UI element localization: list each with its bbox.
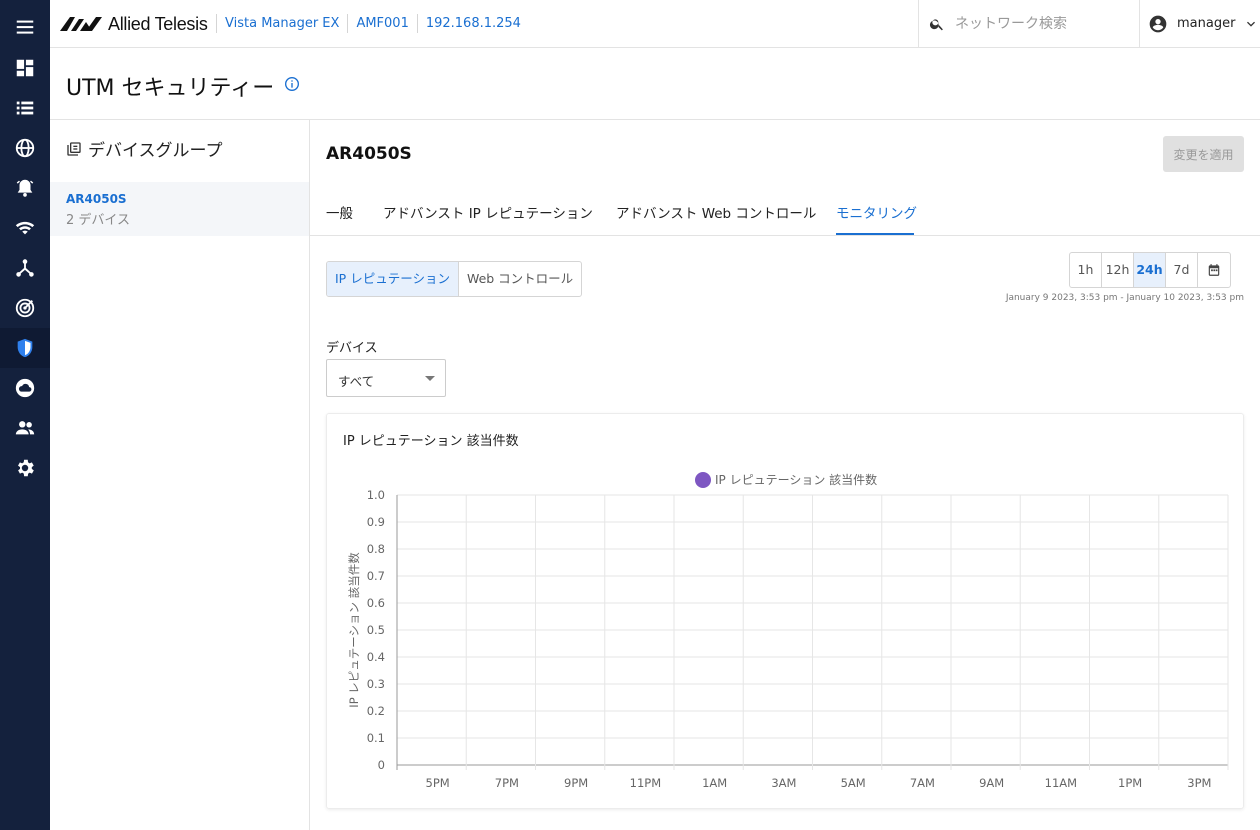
dropdown-caret-icon <box>425 376 435 381</box>
tab-web-control[interactable]: アドバンスト Web コントロール <box>616 202 816 222</box>
gear-icon[interactable] <box>0 448 50 488</box>
breadcrumb-product[interactable]: Vista Manager EX <box>216 14 347 33</box>
x-tick-label: 9PM <box>564 776 588 790</box>
y-tick-label: 0.1 <box>367 731 385 745</box>
device-group-count: 2 デバイス <box>66 213 131 228</box>
x-tick-label: 5PM <box>426 776 450 790</box>
x-tick-label: 11AM <box>1045 776 1077 790</box>
legend-label: IP レピュテーション 該当件数 <box>715 472 877 487</box>
legend-marker <box>695 472 711 488</box>
tab-bar: 一般 アドバンスト IP レピュテーション アドバンスト Web コントロール … <box>310 188 1260 236</box>
x-tick-label: 3PM <box>1187 776 1211 790</box>
y-tick-label: 0.4 <box>367 650 385 664</box>
dashboard-icon[interactable] <box>0 48 50 88</box>
x-tick-label: 3AM <box>771 776 796 790</box>
device-filter-select[interactable]: すべて <box>326 359 446 397</box>
y-tick-label: 0.5 <box>367 623 385 637</box>
device-filter-label: デバイス <box>326 341 378 356</box>
wifi-icon[interactable] <box>0 208 50 248</box>
top-header: Allied Telesis Vista Manager EX AMF001 1… <box>50 0 1260 48</box>
list-icon[interactable] <box>0 88 50 128</box>
y-tick-label: 0.6 <box>367 596 385 610</box>
device-group-name: AR4050S <box>66 192 127 206</box>
calendar-button[interactable] <box>1198 253 1230 287</box>
main-panel: AR4050S 変更を適用 一般 アドバンスト IP レピュテーション アドバン… <box>310 120 1260 830</box>
users-icon[interactable] <box>0 408 50 448</box>
y-tick-label: 0.3 <box>367 677 385 691</box>
info-icon[interactable] <box>284 76 300 92</box>
y-tick-label: 0.9 <box>367 515 385 529</box>
breadcrumb-ip[interactable]: 192.168.1.254 <box>416 14 529 33</box>
globe-icon[interactable] <box>0 128 50 168</box>
tab-ip-reputation[interactable]: アドバンスト IP レピュテーション <box>383 202 593 222</box>
range-12h[interactable]: 12h <box>1102 253 1134 287</box>
segment-web-control[interactable]: Web コントロール <box>459 262 581 296</box>
active-tab-indicator <box>836 233 914 235</box>
device-group-panel: デバイスグループ AR4050S 2 デバイス <box>50 120 310 830</box>
x-tick-label: 1AM <box>702 776 727 790</box>
x-tick-label: 5AM <box>841 776 866 790</box>
network-search <box>918 0 1140 47</box>
page-title-row: UTM セキュリティー <box>50 48 1260 120</box>
y-axis-title: IP レピュテーション 該当件数 <box>347 552 361 708</box>
range-7d[interactable]: 7d <box>1166 253 1198 287</box>
chevron-down-icon <box>1247 21 1256 27</box>
y-tick-label: 0 <box>378 758 385 772</box>
segment-ip-reputation[interactable]: IP レピュテーション <box>327 262 459 296</box>
breadcrumb: Vista Manager EX AMF001 192.168.1.254 <box>216 14 529 33</box>
menu-icon[interactable] <box>0 7 50 47</box>
y-tick-label: 0.2 <box>367 704 385 718</box>
page-title: UTM セキュリティー <box>66 76 275 101</box>
device-group-icon <box>67 141 81 156</box>
device-filter-value: すべて <box>338 374 375 389</box>
device-title: AR4050S <box>326 144 412 164</box>
y-tick-label: 1.0 <box>367 488 385 502</box>
search-input[interactable] <box>955 15 1125 32</box>
x-tick-label: 1PM <box>1118 776 1142 790</box>
device-group-item[interactable]: AR4050S 2 デバイス <box>50 182 309 236</box>
left-nav <box>0 0 50 830</box>
calendar-icon <box>1208 264 1220 276</box>
tab-general[interactable]: 一般 <box>326 202 353 222</box>
time-range-toggle: 1h 12h 24h 7d <box>1069 252 1231 288</box>
user-menu[interactable]: manager <box>1148 0 1259 47</box>
apply-changes-button[interactable]: 変更を適用 <box>1163 136 1244 172</box>
user-name: manager <box>1177 16 1236 31</box>
time-range-label: January 9 2023, 3:53 pm - January 10 202… <box>1005 293 1244 303</box>
search-icon <box>929 18 943 30</box>
tab-monitoring[interactable]: モニタリング <box>836 202 917 222</box>
allied-telesis-logo-icon <box>60 17 102 31</box>
chart-card: IP レピュテーション 該当件数 1.0 0.9 0.8 0.7 0.6 0.5 0.4 0.… <box>326 413 1244 809</box>
device-group-title: デバイスグループ <box>88 141 223 161</box>
x-tick-label: 7PM <box>495 776 519 790</box>
x-tick-label: 7AM <box>910 776 935 790</box>
y-tick-label: 0.8 <box>367 542 385 556</box>
x-tick-label: 9AM <box>979 776 1004 790</box>
security-shield-icon[interactable] <box>0 328 50 368</box>
alarm-icon[interactable] <box>0 168 50 208</box>
brand-name: Allied Telesis <box>108 13 208 34</box>
breadcrumb-area[interactable]: AMF001 <box>347 14 416 33</box>
range-1h[interactable]: 1h <box>1070 253 1102 287</box>
brand-logo[interactable]: Allied Telesis <box>58 12 208 36</box>
cloud-icon[interactable] <box>0 368 50 408</box>
x-tick-label: 11PM <box>630 776 662 790</box>
network-topology-icon[interactable] <box>0 248 50 288</box>
radar-icon[interactable] <box>0 288 50 328</box>
monitor-type-toggle: IP レピュテーション Web コントロール <box>326 261 583 297</box>
device-group-heading: デバイスグループ <box>66 136 222 161</box>
y-tick-label: 0.7 <box>367 569 385 583</box>
range-24h[interactable]: 24h <box>1134 253 1166 287</box>
ip-reputation-chart: 1.0 0.9 0.8 0.7 0.6 0.5 0.4 0.3 0.2 0.1 0 5PM 7PM 9PM… <box>347 472 1229 790</box>
account-circle-icon <box>1149 15 1167 32</box>
